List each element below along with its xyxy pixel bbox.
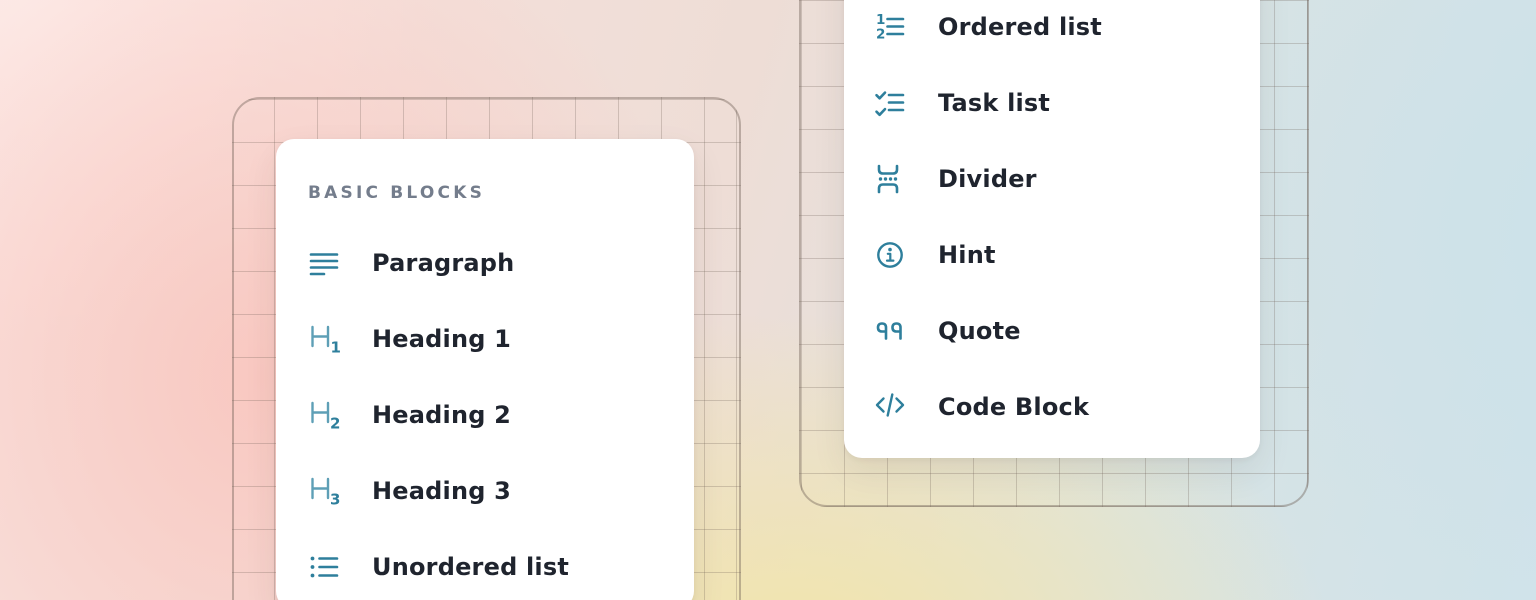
task-list-icon bbox=[874, 87, 906, 119]
svg-text:2: 2 bbox=[330, 415, 340, 432]
code-block-icon bbox=[874, 391, 906, 423]
unordered-list-icon bbox=[308, 551, 340, 583]
menu-item-label: Code Block bbox=[938, 393, 1089, 421]
menu-item-ordered-list[interactable]: 1 2 Ordered list bbox=[874, 0, 1260, 65]
menu-item-label: Task list bbox=[938, 89, 1050, 117]
paragraph-icon bbox=[308, 247, 340, 279]
ordered-list-icon: 1 2 bbox=[874, 11, 906, 43]
menu-item-label: Quote bbox=[938, 317, 1021, 345]
menu-item-label: Heading 1 bbox=[372, 325, 511, 353]
menu-item-paragraph[interactable]: Paragraph bbox=[308, 225, 694, 301]
menu-item-label: Heading 2 bbox=[372, 401, 511, 429]
menu-item-heading-1[interactable]: 1 Heading 1 bbox=[308, 301, 694, 377]
menu-item-heading-2[interactable]: 2 Heading 2 bbox=[308, 377, 694, 453]
menu-item-quote[interactable]: Quote bbox=[874, 293, 1260, 369]
svg-text:3: 3 bbox=[330, 491, 340, 508]
menu-item-label: Paragraph bbox=[372, 249, 514, 277]
svg-text:1: 1 bbox=[331, 339, 341, 356]
menu-item-label: Unordered list bbox=[372, 553, 569, 581]
basic-blocks-menu: BASIC BLOCKS Paragraph 1 Heading 1 2 bbox=[276, 139, 694, 600]
menu-item-label: Heading 3 bbox=[372, 477, 511, 505]
divider-icon bbox=[874, 163, 906, 195]
menu-item-unordered-list[interactable]: Unordered list bbox=[308, 529, 694, 600]
editor-blocks-illustration: BASIC BLOCKS Paragraph 1 Heading 1 2 bbox=[0, 0, 1536, 600]
menu-item-code-block[interactable]: Code Block bbox=[874, 369, 1260, 445]
menu-item-hint[interactable]: Hint bbox=[874, 217, 1260, 293]
heading-1-icon: 1 bbox=[308, 323, 340, 355]
svg-text:2: 2 bbox=[876, 27, 885, 43]
menu-item-label: Divider bbox=[938, 165, 1037, 193]
menu-item-task-list[interactable]: Task list bbox=[874, 65, 1260, 141]
section-label-basic-blocks: BASIC BLOCKS bbox=[308, 175, 694, 211]
menu-item-label: Ordered list bbox=[938, 13, 1102, 41]
heading-2-icon: 2 bbox=[308, 399, 340, 431]
heading-3-icon: 3 bbox=[308, 475, 340, 507]
menu-item-heading-3[interactable]: 3 Heading 3 bbox=[308, 453, 694, 529]
quote-icon bbox=[874, 315, 906, 347]
blocks-menu-right: 1 2 Ordered list Task list bbox=[844, 0, 1260, 458]
hint-icon bbox=[874, 239, 906, 271]
menu-item-divider[interactable]: Divider bbox=[874, 141, 1260, 217]
menu-item-label: Hint bbox=[938, 241, 996, 269]
